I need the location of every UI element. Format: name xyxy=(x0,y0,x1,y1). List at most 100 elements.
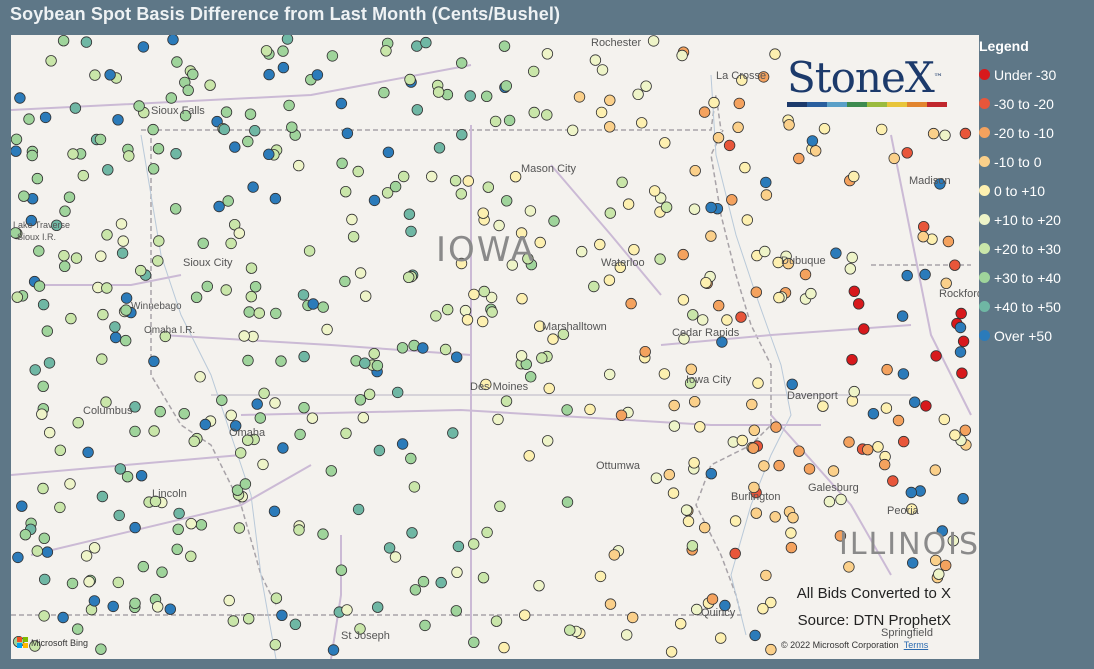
basis-marker[interactable] xyxy=(171,543,183,556)
basis-marker[interactable] xyxy=(898,435,910,448)
basis-marker[interactable] xyxy=(636,117,648,129)
basis-marker[interactable] xyxy=(640,80,652,92)
basis-marker[interactable] xyxy=(658,368,671,380)
basis-marker[interactable] xyxy=(37,482,49,495)
basis-marker[interactable] xyxy=(888,152,900,165)
basis-marker[interactable] xyxy=(793,152,805,165)
basis-marker[interactable] xyxy=(245,262,258,274)
basis-marker[interactable] xyxy=(96,353,108,365)
basis-marker[interactable] xyxy=(954,346,967,358)
basis-marker[interactable] xyxy=(933,568,945,580)
basis-marker[interactable] xyxy=(456,57,468,69)
basis-marker[interactable] xyxy=(225,237,237,250)
basis-marker[interactable] xyxy=(500,80,513,92)
basis-marker[interactable] xyxy=(109,321,121,333)
basis-marker[interactable] xyxy=(706,593,719,605)
basis-marker[interactable] xyxy=(426,170,438,183)
basis-marker[interactable] xyxy=(561,496,574,508)
basis-marker[interactable] xyxy=(765,643,777,656)
basis-marker[interactable] xyxy=(739,161,751,174)
basis-marker[interactable] xyxy=(650,472,663,484)
basis-marker[interactable] xyxy=(494,500,506,513)
basis-marker[interactable] xyxy=(430,310,442,322)
basis-marker[interactable] xyxy=(317,528,329,540)
basis-marker[interactable] xyxy=(747,442,760,454)
basis-marker[interactable] xyxy=(705,468,718,480)
basis-marker[interactable] xyxy=(382,146,395,159)
basis-marker[interactable] xyxy=(197,237,209,250)
basis-marker[interactable] xyxy=(363,388,376,401)
basis-marker[interactable] xyxy=(154,405,166,418)
basis-marker[interactable] xyxy=(29,364,41,376)
basis-marker[interactable] xyxy=(67,148,79,160)
basis-marker[interactable] xyxy=(260,45,273,57)
basis-marker[interactable] xyxy=(668,399,680,412)
basis-marker[interactable] xyxy=(129,425,141,438)
basis-marker[interactable] xyxy=(43,357,56,369)
basis-marker[interactable] xyxy=(307,298,319,310)
basis-marker[interactable] xyxy=(148,355,160,368)
basis-marker[interactable] xyxy=(589,54,602,66)
basis-marker[interactable] xyxy=(596,64,609,76)
basis-marker[interactable] xyxy=(297,289,310,301)
basis-marker[interactable] xyxy=(134,264,147,277)
basis-marker[interactable] xyxy=(187,68,199,81)
basis-marker[interactable] xyxy=(117,235,129,247)
basis-marker[interactable] xyxy=(44,426,56,439)
basis-marker[interactable] xyxy=(227,615,240,627)
basis-marker[interactable] xyxy=(39,111,52,124)
basis-marker[interactable] xyxy=(182,84,194,97)
basis-marker[interactable] xyxy=(37,380,49,393)
basis-marker[interactable] xyxy=(405,225,417,238)
basis-marker[interactable] xyxy=(165,92,178,104)
basis-marker[interactable] xyxy=(112,576,125,589)
basis-marker[interactable] xyxy=(220,284,232,296)
basis-marker[interactable] xyxy=(80,550,93,562)
basis-marker[interactable] xyxy=(515,350,528,362)
basis-marker[interactable] xyxy=(621,629,633,641)
basis-marker[interactable] xyxy=(360,290,372,302)
basis-marker[interactable] xyxy=(432,86,445,98)
basis-marker[interactable] xyxy=(352,165,364,178)
basis-marker[interactable] xyxy=(151,601,164,613)
basis-marker[interactable] xyxy=(389,180,402,193)
basis-marker[interactable] xyxy=(665,646,678,658)
basis-marker[interactable] xyxy=(447,427,459,439)
basis-marker[interactable] xyxy=(799,268,812,281)
basis-marker[interactable] xyxy=(713,299,725,312)
basis-marker[interactable] xyxy=(293,159,305,172)
basis-marker[interactable] xyxy=(33,245,45,257)
basis-marker[interactable] xyxy=(199,418,212,431)
basis-marker[interactable] xyxy=(244,108,257,120)
basis-marker[interactable] xyxy=(357,412,370,424)
basis-marker[interactable] xyxy=(41,325,54,337)
basis-marker[interactable] xyxy=(509,170,522,183)
basis-marker[interactable] xyxy=(697,314,709,326)
basis-marker[interactable] xyxy=(286,121,298,133)
basis-marker[interactable] xyxy=(639,346,651,358)
basis-marker[interactable] xyxy=(677,248,689,261)
basis-marker[interactable] xyxy=(389,551,402,563)
basis-marker[interactable] xyxy=(36,408,48,420)
basis-marker[interactable] xyxy=(901,147,913,159)
basis-marker[interactable] xyxy=(608,549,621,561)
basis-marker[interactable] xyxy=(451,351,463,363)
basis-marker[interactable] xyxy=(11,291,24,303)
basis-marker[interactable] xyxy=(846,251,858,264)
basis-marker[interactable] xyxy=(95,643,107,655)
basis-marker[interactable] xyxy=(373,444,386,457)
basis-marker[interactable] xyxy=(442,303,454,316)
basis-marker[interactable] xyxy=(942,235,955,248)
basis-marker[interactable] xyxy=(19,529,32,541)
basis-marker[interactable] xyxy=(233,522,246,534)
basis-marker[interactable] xyxy=(223,594,235,607)
basis-marker[interactable] xyxy=(101,282,113,294)
basis-marker[interactable] xyxy=(830,247,842,259)
basis-marker[interactable] xyxy=(688,457,700,469)
basis-marker[interactable] xyxy=(269,639,282,651)
basis-marker[interactable] xyxy=(69,102,82,114)
basis-marker[interactable] xyxy=(195,519,208,531)
basis-marker[interactable] xyxy=(769,511,781,523)
basis-marker[interactable] xyxy=(65,312,77,325)
basis-marker[interactable] xyxy=(33,280,46,292)
